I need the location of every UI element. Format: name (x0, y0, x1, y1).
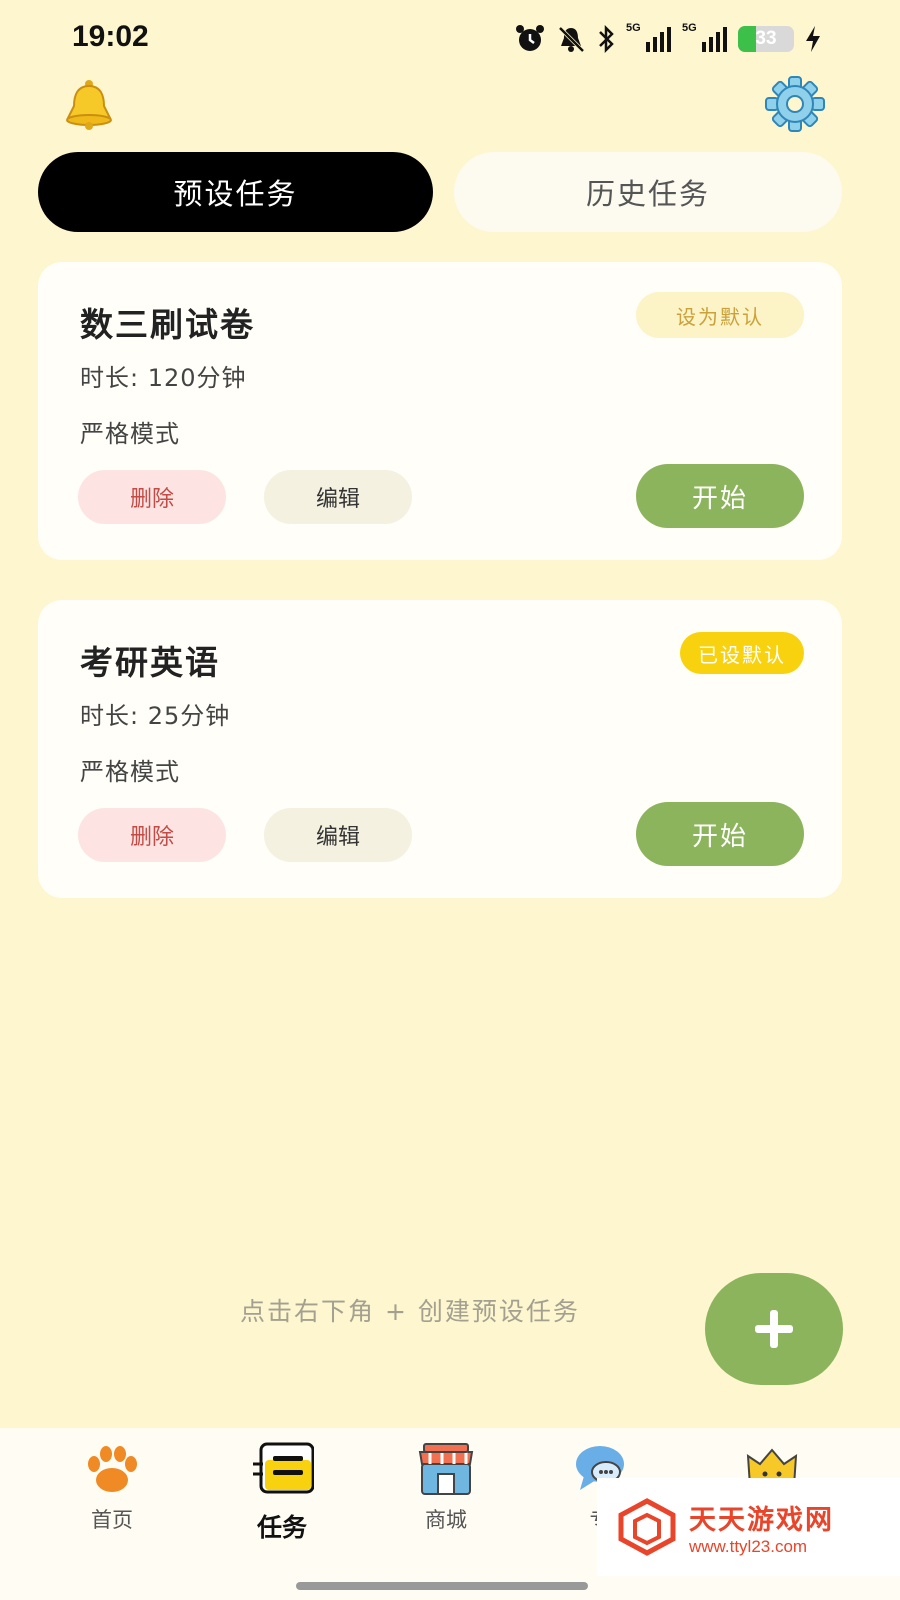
watermark-text: 天天游戏网 www.ttyl23.com (689, 1498, 834, 1557)
task-duration: 时长: 120分钟 (80, 364, 247, 392)
watermark-main: 天天游戏网 (689, 1504, 834, 1536)
task-title: 数三刷试卷 (80, 305, 255, 344)
plus-icon (755, 1310, 793, 1348)
nav-item-home[interactable]: 首页 (52, 1434, 172, 1564)
task-list-icon (253, 1442, 314, 1494)
alarm-icon (516, 25, 544, 51)
delete-button[interactable]: 删除 (78, 470, 226, 524)
nav-label: 任务 (256, 1513, 307, 1542)
gear-icon[interactable] (764, 76, 826, 132)
signal-icon: 5G (682, 22, 728, 54)
nav-item-tasks[interactable]: 任务 (222, 1434, 342, 1564)
task-card: 数三刷试卷 设为默认 时长: 120分钟 严格模式 删除 编辑 开始 (38, 262, 842, 560)
nav-label: 商城 (425, 1508, 467, 1532)
tab-history-tasks[interactable]: 历史任务 (454, 152, 842, 232)
watermark-sub: www.ttyl23.com (689, 1536, 808, 1556)
bell-icon[interactable] (62, 78, 116, 130)
task-mode: 严格模式 (80, 420, 180, 448)
mute-bell-icon (558, 26, 585, 53)
start-button[interactable]: 开始 (636, 464, 804, 528)
signal-icon: 5G (626, 22, 672, 54)
bluetooth-icon (599, 24, 614, 54)
edit-button[interactable]: 编辑 (264, 470, 412, 524)
edit-button[interactable]: 编辑 (264, 808, 412, 862)
shop-icon (418, 1443, 474, 1495)
add-task-button[interactable] (705, 1273, 843, 1385)
battery-level: 33 (755, 28, 777, 49)
task-card: 考研英语 已设默认 时长: 25分钟 严格模式 删除 编辑 开始 (38, 600, 842, 898)
status-icons: 5G 5G 33 (514, 22, 822, 56)
tab-preset-tasks[interactable]: 预设任务 (38, 152, 433, 232)
watermark: 天天游戏网 www.ttyl23.com (597, 1478, 900, 1576)
status-bar: 19:02 5G 5G 33 (0, 0, 900, 78)
delete-button[interactable]: 删除 (78, 808, 226, 862)
start-button[interactable]: 开始 (636, 802, 804, 866)
default-badge: 已设默认 (680, 632, 804, 674)
task-duration: 时长: 25分钟 (80, 702, 231, 730)
paw-icon (88, 1446, 137, 1492)
task-mode: 严格模式 (80, 758, 180, 786)
home-indicator (296, 1582, 588, 1590)
nav-label: 首页 (91, 1508, 133, 1532)
battery-icon: 33 (738, 26, 794, 52)
watermark-logo-icon (618, 1498, 676, 1556)
create-task-hint: 点击右下角 + 创建预设任务 (240, 1297, 580, 1326)
charging-icon (806, 26, 820, 52)
task-title: 考研英语 (80, 643, 220, 682)
nav-item-shop[interactable]: 商城 (386, 1434, 506, 1564)
status-time: 19:02 (72, 20, 149, 53)
set-default-button[interactable]: 设为默认 (636, 292, 804, 338)
